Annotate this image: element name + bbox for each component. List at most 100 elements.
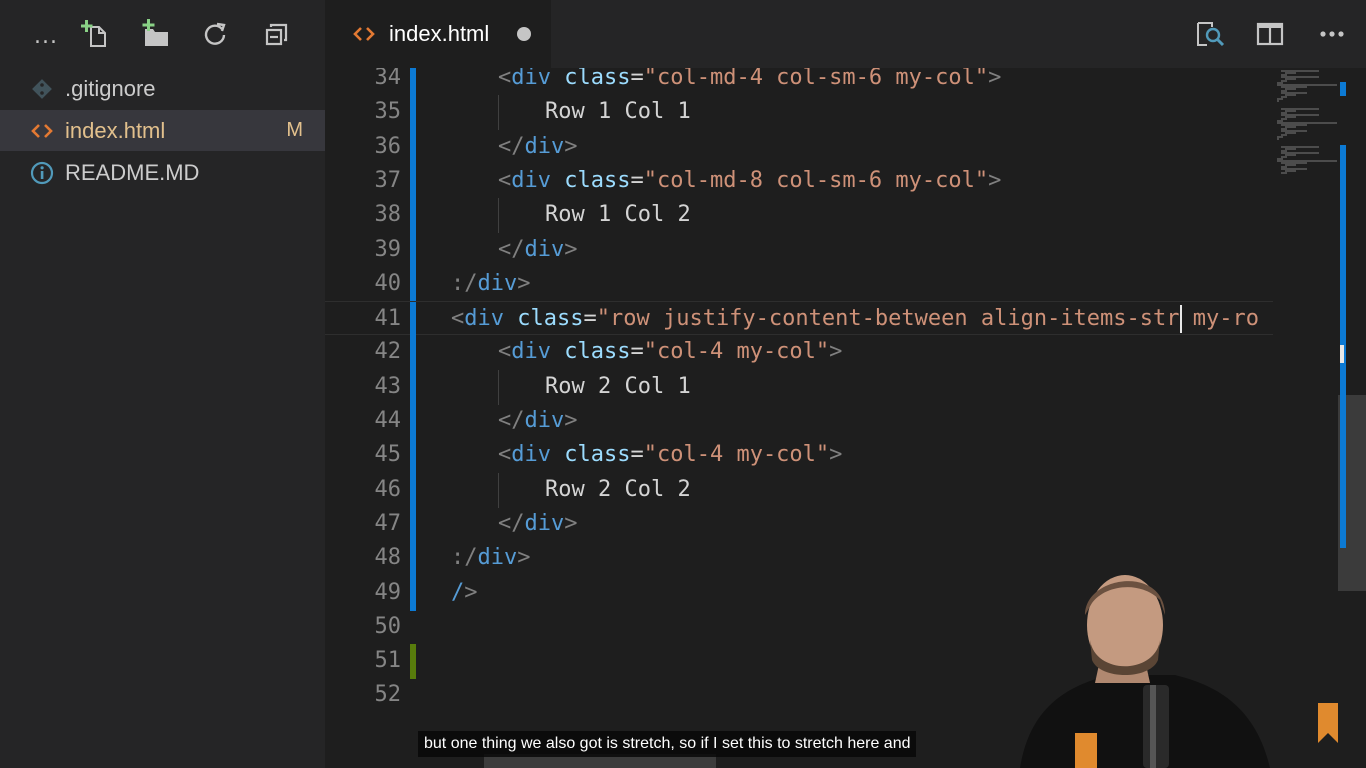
code-line[interactable]: 35 Row 1 Col 1 [325,95,1273,131]
line-number: 35 [374,99,402,125]
gutter-modified-indicator [410,68,416,96]
collapse-all-button[interactable] [261,18,293,50]
token-punc: > [564,236,578,262]
code-line[interactable]: 46 Row 2 Col 2 [325,472,1273,508]
code-line[interactable]: 44 </div> [325,404,1273,439]
html-icon [30,119,54,143]
token-str: "col-4 my-col" [643,442,830,468]
token-punc: > [517,545,531,571]
code-text: </div> [498,404,578,438]
text-cursor [1179,305,1182,334]
new-folder-icon [142,19,168,46]
code-line[interactable]: 43 Row 2 Col 1 [325,369,1273,405]
open-preview-icon [1197,22,1225,47]
code-text: <div class="col-md-4 col-sm-6 my-col"> [498,68,1001,95]
presenter-webcam [1020,575,1270,768]
gutter-modified-indicator [410,369,416,405]
token-str: "col-md-4 col-sm-6 my-col" [643,68,989,90]
line-number: 46 [374,476,402,502]
code-line[interactable]: 45 <div class="col-4 my-col"> [325,438,1273,474]
token-attr: class [564,167,631,193]
token-text: Row 2 Col 1 [545,373,691,399]
video-caption: but one thing we also got is stretch, so… [418,731,917,757]
explorer-toolbar: ... [0,0,325,68]
code-line[interactable]: 36 </div> [325,129,1273,165]
gutter-modified-indicator [410,302,416,338]
token-punc: < [498,442,512,468]
gutter-added-indicator [410,644,416,680]
line-number: 42 [374,339,402,365]
code-text: </div> [498,130,578,164]
line-number: 38 [374,202,402,228]
git-status-badge: M [286,119,303,141]
code-line[interactable]: 47 </div> [325,506,1273,542]
new-folder-button[interactable] [140,18,172,50]
token-text: = [630,68,644,90]
gutter-modified-indicator [410,541,416,577]
token-text: = [583,306,597,332]
token-tag: div [511,167,551,193]
file-name: .gitignore [65,75,156,101]
token-str: "row justify-content-between align-items… [596,306,1180,332]
unsaved-dot-icon[interactable] [517,27,531,41]
file-readme[interactable]: README.MD [0,152,325,193]
token-tag: div [511,339,551,365]
new-file-button[interactable] [80,18,112,50]
code-line[interactable]: 41 <div class="row justify-content-betwee… [325,301,1273,338]
refresh-icon [204,22,226,45]
token-attr: class [564,442,631,468]
token-tag: / [451,579,465,605]
overview-ruler-cursor [1340,345,1344,363]
line-number: 47 [374,510,402,536]
line-number: 36 [374,133,402,159]
indent-guide [498,472,499,508]
code-line[interactable]: 38 Row 1 Col 2 [325,198,1273,234]
file-gitignore[interactable]: .gitignore [0,68,325,109]
code-text: <div class="row justify-content-between … [451,302,1259,336]
line-number: 39 [374,236,402,262]
tab-label: index.html [389,21,490,46]
more-actions-button[interactable]: ... [30,18,62,50]
token-punc: > [829,442,843,468]
code-line[interactable]: 37 <div class="col-md-8 col-sm-6 my-col"> [325,163,1273,199]
token-tag: div [511,68,551,90]
code-line[interactable]: 40:/div> [325,266,1273,302]
html-icon [353,23,375,45]
collapse-all-icon [265,23,288,46]
token-tag: div [511,442,551,468]
token-text: Row 1 Col 2 [545,202,691,228]
line-number: 34 [374,68,402,90]
gutter-modified-indicator [410,95,416,131]
token-tag: div [477,545,518,571]
token-str: "col-md-8 col-sm-6 my-col" [643,167,989,193]
more-actions-button[interactable] [1316,18,1348,50]
line-number: 41 [374,306,402,332]
code-line[interactable]: 34 <div class="col-md-4 col-sm-6 my-col"> [325,68,1273,96]
minimap-line [1277,100,1279,102]
line-number: 52 [374,682,402,708]
split-editor-button[interactable] [1254,18,1286,50]
tab-index-html[interactable]: index.html [325,0,551,68]
more-actions-icon [1320,31,1344,37]
token-punc: </ [498,133,525,159]
token-punc: > [564,510,578,536]
open-preview-button[interactable] [1194,18,1226,50]
token-text: = [630,339,644,365]
line-number: 49 [374,579,402,605]
code-text: Row 2 Col 1 [545,370,691,404]
refresh-button[interactable] [199,18,231,50]
line-number: 51 [374,648,402,674]
code-line[interactable]: 39 </div> [325,232,1273,268]
indent-guide [498,369,499,405]
file-index-html[interactable]: index.html M [0,110,325,151]
gutter-modified-indicator [410,506,416,542]
token-punc: > [564,133,578,159]
token-punc: < [498,339,512,365]
gutter-modified-indicator [410,472,416,508]
token-attr: class [564,68,631,90]
line-number: 37 [374,167,402,193]
code-text: </div> [498,507,578,541]
code-line[interactable]: 42 <div class="col-4 my-col"> [325,335,1273,371]
